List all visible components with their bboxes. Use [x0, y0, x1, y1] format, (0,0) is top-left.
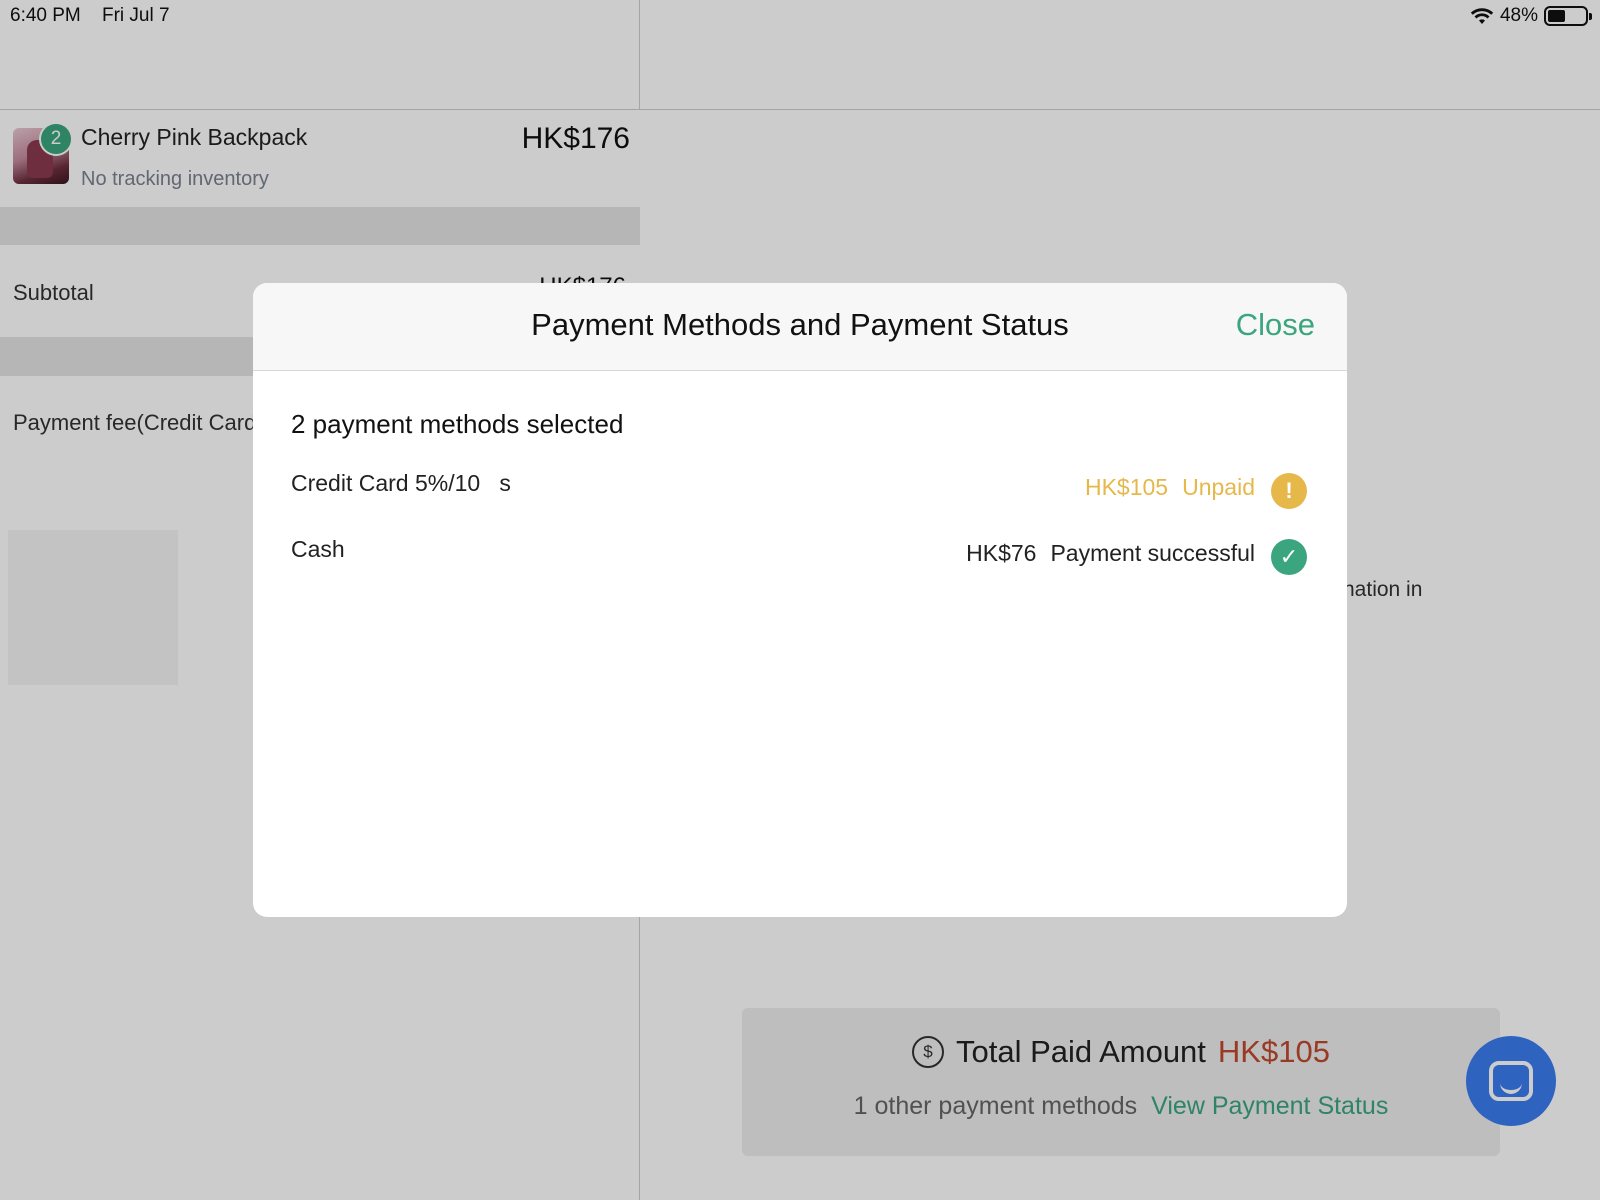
payment-method-amount: HK$76 [966, 539, 1037, 566]
dialog-body: 2 payment methods selected Credit Card 5… [253, 371, 1347, 917]
payment-method-row: Credit Card 5%/10 s HK$105 Unpaid ! [291, 465, 1307, 509]
payment-method-amount: HK$105 [1084, 473, 1169, 500]
payment-method-status: Payment successful [1050, 539, 1255, 566]
payment-method-row: Cash HK$76 Payment successful ✓ [291, 531, 1307, 575]
dialog-title: Payment Methods and Payment Status [531, 307, 1069, 342]
payment-method-status: Unpaid [1182, 473, 1255, 500]
payment-method-name: Cash [291, 536, 345, 562]
close-button[interactable]: Close [1236, 307, 1315, 343]
dialog-header: Payment Methods and Payment Status Close [253, 283, 1347, 371]
payment-method-name: Credit Card 5%/10 s [291, 470, 511, 496]
selected-count: 2 payment methods selected [291, 409, 624, 439]
warning-icon: ! [1271, 473, 1307, 509]
payment-status-dialog: Payment Methods and Payment Status Close… [253, 283, 1347, 917]
check-icon: ✓ [1271, 539, 1307, 575]
